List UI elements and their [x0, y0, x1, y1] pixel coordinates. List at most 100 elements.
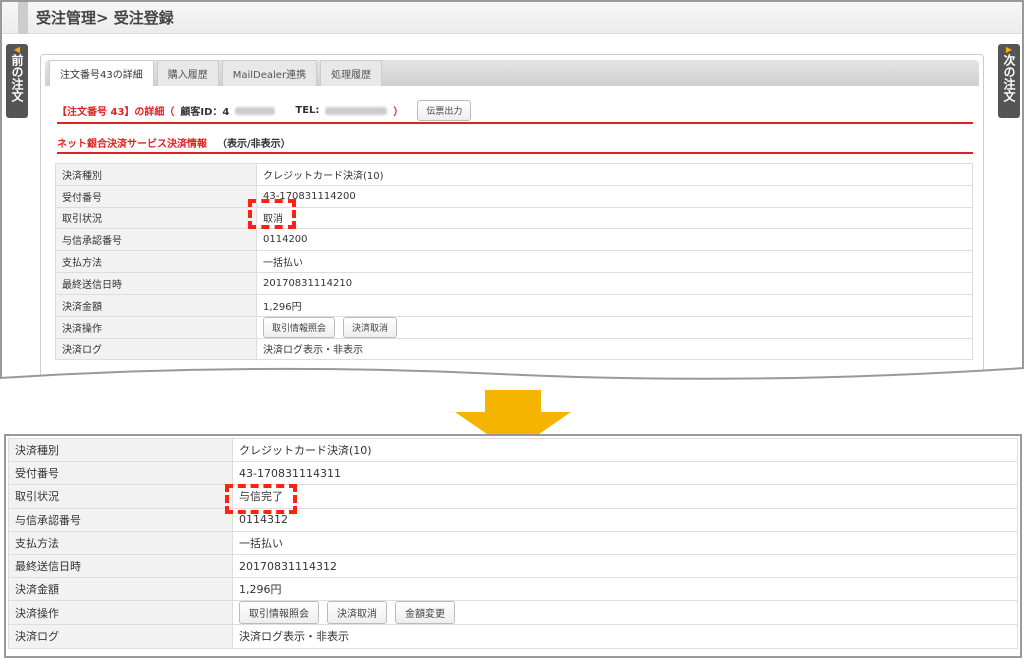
next-order-label: 次の注文 — [1002, 54, 1016, 102]
table-row: 受付番号 43-170831114200 — [55, 184, 973, 208]
row-value: クレジットカード決済(10) — [256, 163, 973, 186]
customer-id: 顧客ID：4 — [180, 107, 230, 118]
value-text: クレジットカード決済(10) — [263, 170, 384, 182]
payment-action-button[interactable]: 取引情報照会 — [239, 601, 319, 625]
section-title-text: ネット銀合決済サービス決済情報 — [57, 139, 207, 150]
row-label: 決済金額 — [55, 293, 257, 317]
table-row: 決済操作 取引情報照会 決済取消 — [55, 315, 973, 339]
row-value: 20170831114210 — [256, 271, 973, 295]
row-label: 最終送信日時 — [55, 271, 257, 295]
blurred-tel — [325, 106, 388, 115]
row-value: 決済ログ表示・非表示 — [232, 624, 1018, 649]
row-value: 20170831114312 — [232, 553, 1018, 579]
page-title: 受注管理> 受注登録 — [36, 9, 174, 27]
value-text: 1,296円 — [239, 583, 282, 597]
tab-maildealer[interactable]: MailDealer連携 — [221, 60, 318, 86]
section-title: ネット銀合決済サービス決済情報 （表示/非表示） — [57, 135, 291, 150]
table-row: 決済ログ 決済ログ表示・非表示 — [55, 337, 973, 361]
row-label: 決済ログ — [8, 624, 233, 649]
table-row: 決済種別 クレジットカード決済(10) — [55, 163, 973, 186]
row-value: 1,296円 — [232, 577, 1018, 602]
payment-action-button[interactable]: 決済取消 — [327, 601, 387, 625]
value-text[interactable]: 決済ログ表示・非表示 — [239, 630, 349, 643]
row-value: 0114312 — [232, 507, 1018, 532]
divider — [57, 122, 973, 124]
value-text: 1,296円 — [263, 301, 302, 313]
page-header: 受注管理> 受注登録 — [2, 1, 1022, 34]
row-label: 取引状況 — [55, 206, 257, 230]
row-value: 与信完了 — [232, 484, 1018, 509]
row-label: 決済金額 — [8, 577, 233, 602]
row-value: 一括払い — [256, 250, 973, 273]
value-text: 20170831114210 — [263, 277, 353, 289]
row-label: 決済操作 — [8, 600, 233, 626]
row-value: 0114200 — [256, 228, 973, 252]
payment-action-button[interactable]: 金額変更 — [395, 601, 455, 625]
row-value: 決済ログ表示・非表示 — [256, 337, 973, 361]
row-label: 支払方法 — [55, 250, 257, 273]
table-row: 取引状況 取消 — [55, 206, 973, 230]
arrow-left-icon: ◀ — [13, 45, 21, 54]
row-label: 受付番号 — [8, 461, 233, 486]
tab-order-detail[interactable]: 注文番号43の詳細 — [49, 60, 154, 86]
row-value: 取消 — [256, 206, 973, 230]
next-order-button[interactable]: ▶ 次の注文 — [998, 44, 1020, 118]
table-row: 最終送信日時 20170831114210 — [55, 271, 973, 295]
value-text: 43-170831114311 — [239, 466, 341, 480]
row-label: 決済ログ — [55, 337, 257, 361]
prev-order-label: 前の注文 — [10, 54, 24, 102]
row-label: 与信承認番号 — [8, 507, 233, 532]
toggle-display-link[interactable]: （表示/非表示） — [217, 139, 291, 150]
table-row: 決済金額 1,296円 — [8, 577, 1018, 602]
row-label: 決済種別 — [8, 437, 233, 463]
row-value: クレジットカード決済(10) — [232, 437, 1018, 463]
tel-label: TEL: — [295, 105, 320, 116]
row-value: 一括払い — [232, 530, 1018, 555]
tab-bar: 注文番号43の詳細 購入履歴 MailDealer連携 処理履歴 — [45, 60, 979, 86]
blurred-id — [235, 106, 276, 115]
row-value: 1,296円 — [256, 293, 973, 317]
order-header: 【注文番号 43】の詳細（ 顧客ID：4 TEL: ） 伝票出力 — [57, 100, 472, 121]
value-text: 一括払い — [263, 258, 303, 270]
value-text: 一括払い — [239, 536, 283, 550]
payment-action-button[interactable]: 決済取消 — [343, 316, 398, 338]
payment-info-table-after: 決済種別 クレジットカード決済(10) 受付番号 43-170831114311 取引状… — [8, 437, 1018, 649]
table-row: 決済種別 クレジットカード決済(10) — [8, 437, 1018, 463]
tab-process-history[interactable]: 処理履歴 — [320, 60, 383, 86]
slip-output-button[interactable]: 伝票出力 — [417, 100, 472, 121]
before-screenshot: 受注管理> 受注登録 ◀ 前の注文 ▶ 次の注文 注文番号43の詳細 購入履歴 Ma… — [0, 0, 1024, 384]
table-row: 支払方法 一括払い — [55, 250, 973, 273]
table-row: 与信承認番号 0114312 — [8, 507, 1018, 532]
row-value: 取引情報照会 決済取消 — [256, 315, 973, 339]
table-row: 決済操作 取引情報照会 決済取消 金額変更 — [8, 600, 1018, 626]
highlight-box — [248, 199, 296, 229]
row-value: 43-170831114200 — [256, 184, 973, 208]
after-screenshot: 決済種別 クレジットカード決済(10) 受付番号 43-170831114311 取引状… — [4, 434, 1022, 658]
arrow-right-icon: ▶ — [1005, 45, 1013, 54]
value-text: 20170831114312 — [239, 559, 337, 573]
value-text: クレジットカード決済(10) — [239, 444, 372, 458]
table-row: 与信承認番号 0114200 — [55, 228, 973, 252]
table-row: 決済ログ 決済ログ表示・非表示 — [8, 624, 1018, 649]
tab-purchase-history[interactable]: 購入履歴 — [156, 60, 219, 86]
row-label: 最終送信日時 — [8, 553, 233, 579]
value-text[interactable]: 決済ログ表示・非表示 — [263, 345, 363, 356]
row-label: 受付番号 — [55, 184, 257, 208]
row-label: 決済種別 — [55, 163, 257, 186]
value-text: 0114312 — [239, 513, 288, 527]
table-row: 受付番号 43-170831114311 — [8, 461, 1018, 486]
divider — [57, 152, 973, 154]
row-label: 支払方法 — [8, 530, 233, 555]
prev-order-button[interactable]: ◀ 前の注文 — [6, 44, 28, 118]
row-label: 決済操作 — [55, 315, 257, 339]
table-row: 取引状況 与信完了 — [8, 484, 1018, 509]
payment-info-table-before: 決済種別 クレジットカード決済(10) 受付番号 43-170831114200 取引状… — [55, 163, 973, 361]
payment-action-button[interactable]: 取引情報照会 — [263, 316, 336, 338]
order-detail-panel: 注文番号43の詳細 購入履歴 MailDealer連携 処理履歴 【注文番号 4… — [40, 54, 984, 384]
table-row: 支払方法 一括払い — [8, 530, 1018, 555]
table-row: 最終送信日時 20170831114312 — [8, 553, 1018, 579]
highlight-box — [225, 484, 297, 514]
value-text: 0114200 — [263, 234, 308, 246]
row-label: 取引状況 — [8, 484, 233, 509]
order-title: 【注文番号 43】の詳細（ — [57, 107, 175, 118]
